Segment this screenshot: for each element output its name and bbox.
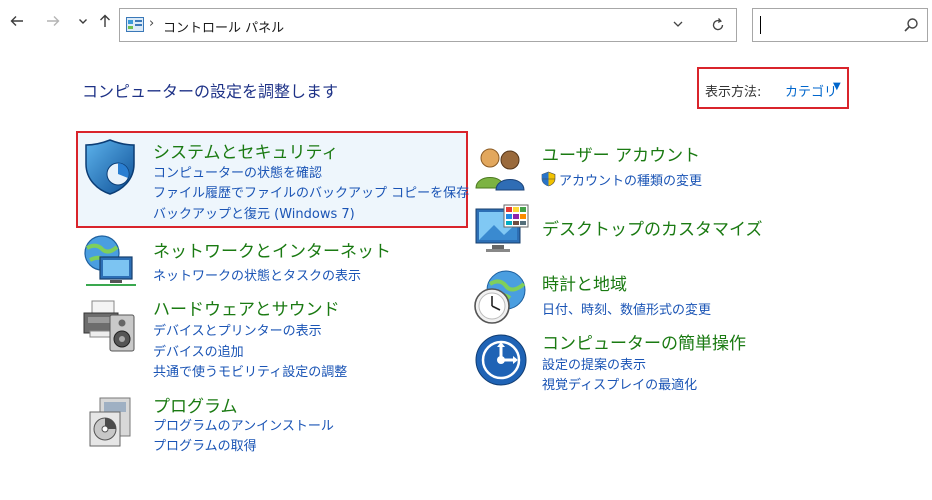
link-check-computer-status[interactable]: コンピューターの状態を確認 bbox=[153, 162, 322, 181]
control-panel-icon bbox=[126, 17, 144, 32]
color-palette bbox=[503, 204, 529, 228]
view-by-label: 表示方法: bbox=[705, 85, 762, 100]
link-suggested-settings[interactable]: 設定の提案の表示 bbox=[542, 354, 646, 373]
shield-icon[interactable] bbox=[82, 136, 140, 198]
address-dropdown-button[interactable] bbox=[672, 17, 684, 35]
desktop-personalize-icon[interactable] bbox=[474, 203, 530, 257]
chevron-down-icon bbox=[79, 19, 87, 24]
category-title-clock-region[interactable]: 時計と地域 bbox=[542, 270, 627, 295]
chevron-down-icon bbox=[673, 21, 683, 27]
arrow-right-icon bbox=[47, 16, 60, 26]
forward-button[interactable] bbox=[42, 13, 64, 35]
programs-disc-icon[interactable] bbox=[88, 396, 134, 448]
arrow-up-icon bbox=[100, 14, 110, 27]
category-title-hardware-sound[interactable]: ハードウェアとサウンド bbox=[153, 295, 340, 320]
link-network-status-tasks[interactable]: ネットワークの状態とタスクの表示 bbox=[153, 265, 361, 284]
text-cursor bbox=[760, 16, 761, 34]
category-title-user-accounts[interactable]: ユーザー アカウント bbox=[542, 141, 700, 166]
back-button[interactable] bbox=[6, 13, 28, 35]
link-optimize-display[interactable]: 視覚ディスプレイの最適化 bbox=[542, 374, 697, 393]
link-change-account-type[interactable]: アカウントの種類の変更 bbox=[559, 170, 702, 189]
recent-locations-button[interactable] bbox=[72, 13, 94, 35]
link-date-time-format[interactable]: 日付、時刻、数値形式の変更 bbox=[542, 299, 711, 318]
link-add-device[interactable]: デバイスの追加 bbox=[153, 341, 244, 360]
link-mobility-settings[interactable]: 共通で使うモビリティ設定の調整 bbox=[153, 361, 347, 380]
category-title-ease-of-access[interactable]: コンピューターの簡単操作 bbox=[542, 329, 746, 354]
link-devices-printers[interactable]: デバイスとプリンターの表示 bbox=[153, 320, 322, 339]
printer-speaker-icon[interactable] bbox=[82, 297, 138, 355]
network-globe-icon[interactable] bbox=[82, 233, 140, 289]
up-button[interactable] bbox=[94, 13, 116, 35]
category-title-network-internet[interactable]: ネットワークとインターネット bbox=[153, 237, 391, 262]
link-backup-restore-win7[interactable]: バックアップと復元 (Windows 7) bbox=[153, 203, 355, 222]
search-box[interactable] bbox=[752, 8, 928, 42]
users-icon[interactable] bbox=[474, 144, 526, 192]
page-title: コンピューターの設定を調整します bbox=[82, 82, 339, 101]
refresh-button[interactable] bbox=[710, 15, 726, 37]
link-file-history-backup[interactable]: ファイル履歴でファイルのバックアップ コピーを保存 bbox=[153, 182, 469, 201]
magnifier-icon[interactable] bbox=[903, 17, 919, 33]
link-get-programs[interactable]: プログラムの取得 bbox=[153, 435, 257, 454]
category-title-system-security[interactable]: システムとセキュリティ bbox=[153, 138, 338, 163]
view-by-control[interactable]: 表示方法: カテゴリ ▼ bbox=[697, 67, 849, 109]
arrow-left-icon bbox=[10, 16, 23, 26]
dropdown-caret-icon: ▼ bbox=[833, 81, 841, 92]
breadcrumb-separator: › bbox=[149, 16, 155, 31]
category-title-programs[interactable]: プログラム bbox=[153, 392, 238, 417]
category-title-appearance[interactable]: デスクトップのカスタマイズ bbox=[542, 215, 763, 240]
view-by-dropdown[interactable]: カテゴリ bbox=[785, 81, 837, 100]
link-uninstall-program[interactable]: プログラムのアンインストール bbox=[153, 415, 334, 434]
uac-shield-icon bbox=[541, 171, 556, 187]
refresh-icon bbox=[712, 18, 724, 31]
address-bar[interactable]: › コントロール パネル bbox=[119, 8, 737, 42]
clock-globe-icon[interactable] bbox=[472, 268, 528, 326]
breadcrumb-control-panel[interactable]: コントロール パネル bbox=[163, 17, 284, 36]
ease-of-access-icon[interactable] bbox=[474, 333, 528, 387]
